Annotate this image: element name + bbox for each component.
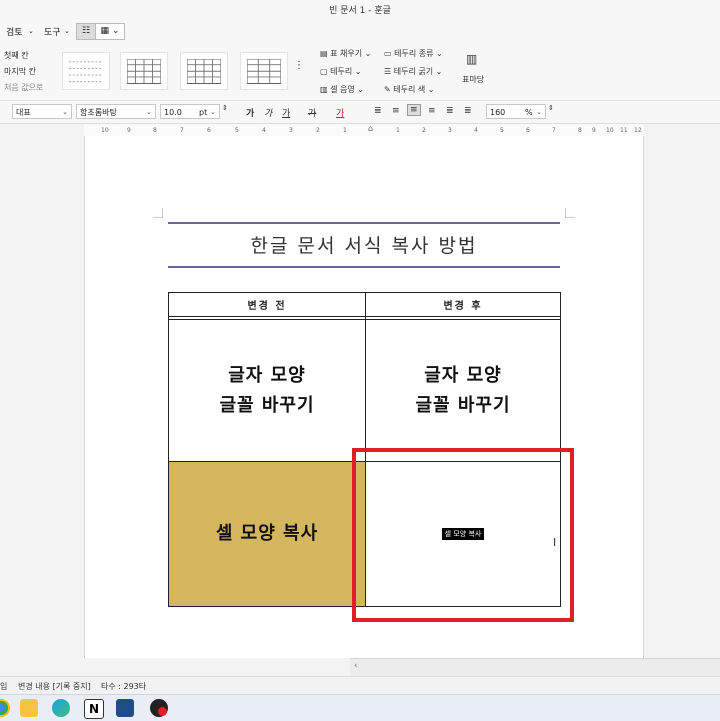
table-gallery-icon[interactable]: ▥ (466, 52, 477, 66)
font-select[interactable]: 함초롬바탕 ⌄ (76, 104, 156, 119)
hwp-icon[interactable] (116, 699, 134, 717)
ruler-label: 8 (153, 127, 157, 134)
notion-icon[interactable]: N (84, 699, 104, 719)
underline-button[interactable]: 가 (282, 106, 290, 119)
chevron-down-icon[interactable]: ⌄ (28, 27, 34, 35)
align-distribute-icon[interactable]: ≣ (446, 106, 454, 116)
ruler-label: 1 (396, 127, 400, 134)
header-before[interactable]: 변경 전 (169, 293, 365, 316)
margin-corner-icon (565, 208, 575, 218)
font-color-button[interactable]: 가 (336, 106, 344, 119)
chrome-icon[interactable] (0, 699, 10, 717)
align-right-icon[interactable]: ≡ (428, 106, 436, 116)
ruler-label: 4 (262, 127, 266, 134)
ruler-label: 7 (180, 127, 184, 134)
table-style-preset-grid2[interactable] (180, 52, 228, 90)
first-cell-option[interactable]: 첫째 칸 (4, 50, 29, 61)
record-icon[interactable] (150, 699, 168, 717)
chevron-down-icon[interactable]: ⌄ (64, 27, 70, 35)
char-count: 타수 : 293타 (101, 682, 147, 691)
ruler-label: 7 (552, 127, 556, 134)
table-gallery-label[interactable]: 표마당 (462, 74, 484, 85)
ruler-label: 6 (526, 127, 530, 134)
ruler-label: 4 (474, 127, 478, 134)
border-button[interactable]: ▢ 테두리 ⌄ (320, 66, 361, 77)
ruler-label: 11 (620, 127, 628, 134)
table-style-preset-grid1[interactable] (120, 52, 168, 90)
ruler-label: 10 (101, 127, 109, 134)
margin-corner-icon (153, 208, 163, 218)
ribbon: 첫째 칸 마지막 칸 처음 값으로 ⋮ ▤ 표 채우기 ⌄ ▢ 테두리 ⌄ ▥ … (0, 42, 720, 101)
more-presets-icon[interactable]: ⋮ (294, 60, 304, 71)
ruler-label: 3 (448, 127, 452, 134)
ruler-label: 9 (592, 127, 596, 134)
strikethrough-button[interactable]: 가 (308, 106, 316, 119)
ruler-label: 10 (606, 127, 614, 134)
ruler-label: 2 (316, 127, 320, 134)
track-changes-status[interactable]: 변경 내용 [기록 중지] (18, 681, 91, 692)
menu-bar: 검토 ⌄ 도구 ⌄ ☷ ▦ ⌄ (0, 20, 720, 42)
ruler-label: 9 (127, 127, 131, 134)
ruler-label: 1 (343, 127, 347, 134)
preset-grid-icon (187, 59, 221, 84)
edge-icon[interactable] (52, 699, 70, 717)
reset-option[interactable]: 처음 값으로 (4, 82, 43, 93)
window-title: 빈 문서 1 - 훈글 (329, 6, 391, 16)
ruler-label: 5 (500, 127, 504, 134)
header-after[interactable]: 변경 후 (366, 293, 560, 316)
ruler-label: 3 (289, 127, 293, 134)
fill-table-button[interactable]: ▤ 표 채우기 ⌄ (320, 48, 371, 59)
bold-button[interactable]: 가 (246, 106, 254, 119)
right-gutter (644, 136, 720, 658)
highlight-annotation-box (352, 448, 574, 622)
cell-font-before[interactable]: 글자 모양 글꼴 바꾸기 (169, 320, 365, 461)
document-title[interactable]: 한글 문서 서식 복사 방법 (168, 222, 560, 268)
preset-grid-icon (247, 59, 281, 84)
size-stepper-icon[interactable]: ⇕ (222, 104, 228, 112)
cell-font-after[interactable]: 글자 모양 글꼴 바꾸기 (366, 320, 560, 461)
style-select[interactable]: 대표 ⌄ (12, 104, 72, 119)
preset-grid-icon (127, 59, 161, 84)
left-gutter (0, 136, 84, 658)
table-style-preset-grid3[interactable] (240, 52, 288, 90)
ruler-label: 5 (235, 127, 239, 134)
menu-review[interactable]: 검토 (6, 25, 23, 38)
record-dot (158, 707, 167, 716)
last-cell-option[interactable]: 마지막 칸 (4, 66, 36, 77)
taskbar: N (0, 694, 720, 721)
horizontal-scrollbar[interactable]: ‹ (350, 658, 720, 677)
ruler-label: 8 (578, 127, 582, 134)
align-split-icon[interactable]: ≣ (464, 106, 472, 116)
spacing-stepper-icon[interactable]: ⇕ (548, 104, 554, 112)
align-center-icon[interactable]: ≡ (407, 104, 421, 116)
font-size-input[interactable]: 10.0 pt ⌄ (160, 104, 220, 119)
italic-button[interactable]: 가 (264, 106, 272, 119)
ruler-indent-marker-icon[interactable]: ⌂ (368, 124, 373, 133)
preset-lines-icon (69, 61, 103, 83)
table-grid-icon[interactable]: ▦ ⌄ (95, 23, 125, 40)
table-row-divider (169, 316, 560, 317)
status-bar: 입 변경 내용 [기록 중지] 타수 : 293타 (0, 676, 720, 695)
input-mode: 입 (0, 682, 8, 691)
menu-tools[interactable]: 도구 (44, 25, 61, 38)
title-bar: 빈 문서 1 - 훈글 (0, 0, 720, 20)
cell-shade-button[interactable]: ▥ 셀 음영 ⌄ (320, 84, 364, 95)
border-color-button[interactable]: ✎ 테두리 색 ⌄ (384, 84, 434, 95)
formatting-toolbar: 대표 ⌄ 함초롬바탕 ⌄ 10.0 pt ⌄ ⇕ 가 가 가 가 가 ≣ ≡ ≡ ≡ … (0, 101, 720, 124)
ruler-label: 2 (422, 127, 426, 134)
ruler-label: 12 (634, 127, 642, 134)
scroll-left-icon[interactable]: ‹ (354, 661, 358, 671)
file-explorer-icon[interactable] (20, 699, 38, 717)
align-justify-icon[interactable]: ≣ (374, 106, 382, 116)
align-left-icon[interactable]: ≡ (392, 106, 400, 116)
table-style-preset-plain[interactable] (62, 52, 110, 90)
table-style-icon[interactable]: ☷ (76, 23, 96, 40)
line-spacing-input[interactable]: 160 % ⌄ (486, 104, 546, 119)
ruler-label: 6 (207, 127, 211, 134)
cell-shape-before[interactable]: 셀 모양 복사 (169, 462, 365, 606)
border-type-button[interactable]: ▭ 테두리 종류 ⌄ (384, 48, 443, 59)
border-weight-button[interactable]: ☰ 테두리 굵기 ⌄ (384, 66, 442, 77)
